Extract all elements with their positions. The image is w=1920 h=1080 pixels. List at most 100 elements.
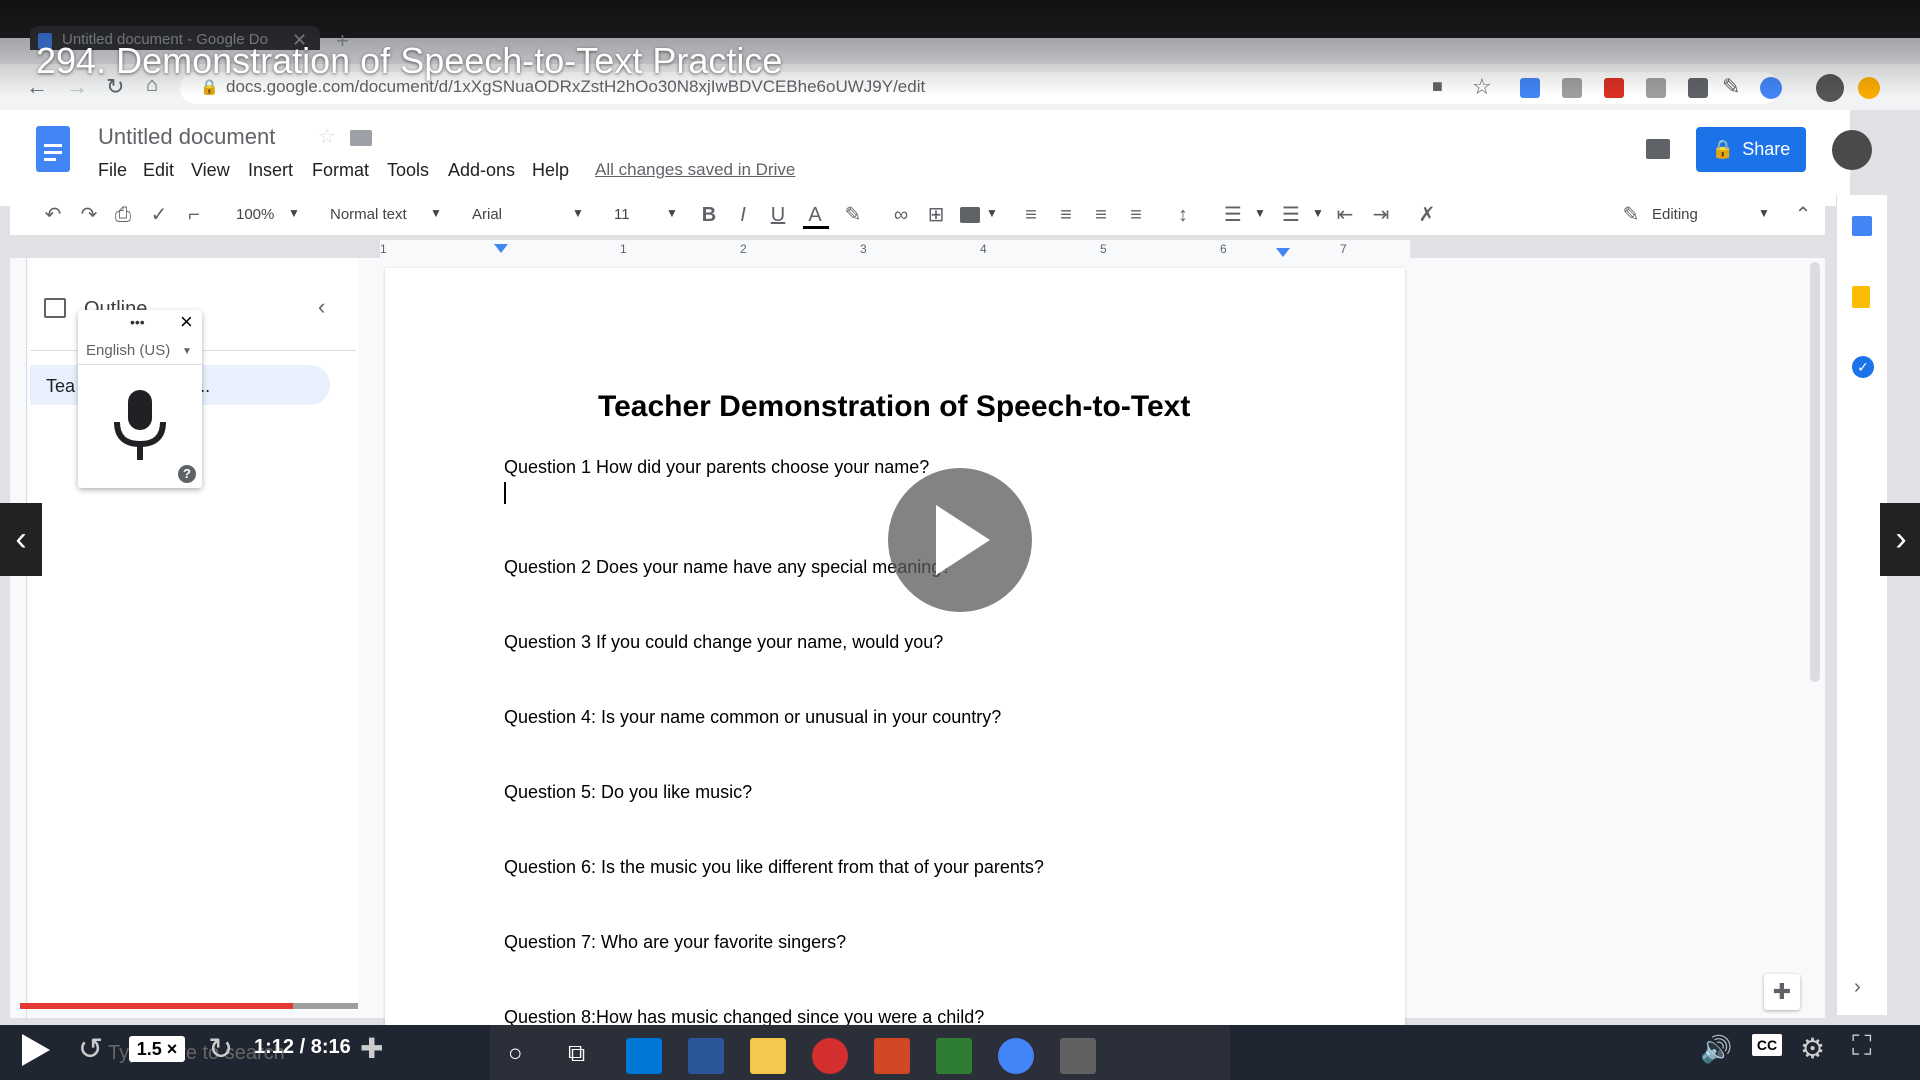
tasks-icon[interactable]: ✓ [1852, 356, 1874, 378]
chevron-down-icon[interactable]: ▼ [1312, 206, 1324, 220]
bookmark-icon[interactable]: ✚ [360, 1032, 383, 1065]
opera-icon[interactable] [812, 1038, 848, 1074]
cortana-icon[interactable]: ○ [508, 1040, 523, 1068]
fullscreen-icon[interactable]: ⛶ [1852, 1030, 1872, 1063]
clear-formatting-icon[interactable]: ✗ [1416, 204, 1438, 226]
settings-icon[interactable]: ⚙ [1800, 1032, 1825, 1065]
translate-extension-icon[interactable] [1520, 78, 1540, 98]
editing-mode-select[interactable]: Editing [1652, 206, 1698, 223]
chevron-down-icon[interactable]: ▼ [182, 346, 192, 357]
align-right-icon[interactable]: ≡ [1090, 204, 1112, 226]
add-comment-icon[interactable]: ⊞ [925, 204, 947, 226]
rewind-icon[interactable]: ↺ [78, 1032, 103, 1067]
more-options-icon[interactable]: ••• [130, 314, 145, 330]
edge-icon[interactable] [626, 1038, 662, 1074]
underline-icon[interactable]: U [767, 204, 789, 226]
explore-button[interactable]: ✚ [1764, 974, 1800, 1010]
menu-view[interactable]: View [191, 160, 230, 181]
chrome-icon[interactable] [998, 1038, 1034, 1074]
paragraph-style-select[interactable]: Normal text [330, 206, 407, 223]
bulleted-list-icon[interactable]: ☰ [1280, 204, 1302, 226]
video-progress-bar[interactable] [20, 1003, 358, 1009]
menu-help[interactable]: Help [532, 160, 569, 181]
menu-addons[interactable]: Add-ons [448, 160, 515, 181]
folder-icon[interactable] [350, 130, 372, 146]
menu-edit[interactable]: Edit [143, 160, 174, 181]
pen-extension-icon[interactable]: ✎ [1722, 74, 1740, 100]
text-color-icon[interactable]: A [804, 204, 826, 226]
chevron-down-icon[interactable]: ▼ [288, 206, 300, 220]
extension-icon[interactable] [1604, 78, 1624, 98]
chevron-down-icon[interactable]: ▼ [430, 206, 442, 220]
share-button[interactable]: 🔒 Share [1696, 127, 1806, 172]
bold-icon[interactable]: B [698, 204, 720, 226]
task-view-icon[interactable]: ⧉ [568, 1040, 585, 1068]
comments-icon[interactable] [1646, 139, 1670, 159]
bookmark-star-icon[interactable]: ☆ [1472, 74, 1492, 100]
play-button[interactable] [20, 1034, 50, 1066]
volume-icon[interactable]: 🔊 [1700, 1034, 1732, 1065]
menu-file[interactable]: File [98, 160, 127, 181]
next-video-button[interactable]: › [1880, 503, 1920, 576]
file-explorer-icon[interactable] [750, 1038, 786, 1074]
chevron-down-icon[interactable]: ▼ [986, 206, 998, 220]
profile-avatar[interactable] [1816, 74, 1844, 102]
numbered-list-icon[interactable]: ☰ [1222, 204, 1244, 226]
insert-image-icon[interactable] [960, 207, 980, 223]
star-icon[interactable]: ☆ [318, 124, 336, 149]
keep-icon[interactable] [1852, 286, 1870, 308]
camtasia-icon[interactable] [936, 1038, 972, 1074]
document-title[interactable]: Untitled document [98, 124, 275, 150]
word-icon[interactable] [688, 1038, 724, 1074]
help-icon[interactable]: ? [178, 465, 196, 483]
chevron-down-icon[interactable]: ▼ [1254, 206, 1266, 220]
menu-tools[interactable]: Tools [387, 160, 429, 181]
calendar-icon[interactable] [1852, 216, 1872, 236]
chevron-right-icon[interactable]: › [1854, 976, 1861, 999]
spellcheck-icon[interactable]: ✓ [148, 204, 170, 226]
voice-language-select[interactable]: English (US) [86, 342, 170, 359]
justify-icon[interactable]: ≡ [1125, 204, 1147, 226]
extension-icon[interactable] [1688, 78, 1708, 98]
font-select[interactable]: Arial [472, 206, 502, 223]
collapse-outline-icon[interactable]: ‹ [318, 294, 325, 320]
paint-format-icon[interactable]: ⌐ [183, 204, 205, 226]
microphone-icon[interactable] [111, 386, 169, 468]
chevron-up-icon[interactable]: ⌃ [1792, 204, 1814, 226]
font-size-select[interactable]: 11 [614, 206, 630, 223]
highlight-icon[interactable]: ✎ [842, 204, 864, 226]
line-spacing-icon[interactable]: ↕ [1172, 204, 1194, 226]
previous-video-button[interactable]: ‹ [0, 503, 42, 576]
save-status[interactable]: All changes saved in Drive [595, 160, 795, 180]
update-icon[interactable] [1858, 77, 1880, 99]
link-icon[interactable]: ∞ [890, 204, 912, 226]
chevron-down-icon[interactable]: ▼ [572, 206, 584, 220]
app-icon[interactable] [1060, 1038, 1096, 1074]
docs-logo-icon[interactable] [36, 126, 70, 172]
left-indent-marker[interactable] [494, 244, 508, 253]
powerpoint-icon[interactable] [874, 1038, 910, 1074]
extension-icon[interactable] [1646, 78, 1666, 98]
close-icon[interactable]: × [180, 309, 193, 335]
play-overlay-button[interactable] [888, 468, 1032, 612]
right-indent-marker[interactable] [1276, 248, 1290, 257]
undo-icon[interactable]: ↶ [42, 204, 64, 226]
zoom-select[interactable]: 100% [236, 206, 274, 223]
extension-icon[interactable] [1562, 78, 1582, 98]
print-icon[interactable]: ⎙ [112, 204, 134, 226]
playback-speed-button[interactable]: 1.5 × [129, 1036, 185, 1062]
chevron-down-icon[interactable]: ▼ [1758, 206, 1770, 220]
align-left-icon[interactable]: ≡ [1020, 204, 1042, 226]
chevron-down-icon[interactable]: ▼ [666, 206, 678, 220]
closed-captions-button[interactable]: CC [1752, 1034, 1782, 1056]
italic-icon[interactable]: I [732, 204, 754, 226]
align-center-icon[interactable]: ≡ [1055, 204, 1077, 226]
extension-icon[interactable] [1760, 77, 1782, 99]
forward-icon[interactable]: ↻ [208, 1032, 233, 1067]
menu-insert[interactable]: Insert [248, 160, 293, 181]
redo-icon[interactable]: ↷ [78, 204, 100, 226]
account-avatar[interactable] [1832, 130, 1872, 170]
camera-icon[interactable]: ■ [1432, 76, 1443, 97]
menu-format[interactable]: Format [312, 160, 369, 181]
decrease-indent-icon[interactable]: ⇤ [1334, 204, 1356, 226]
